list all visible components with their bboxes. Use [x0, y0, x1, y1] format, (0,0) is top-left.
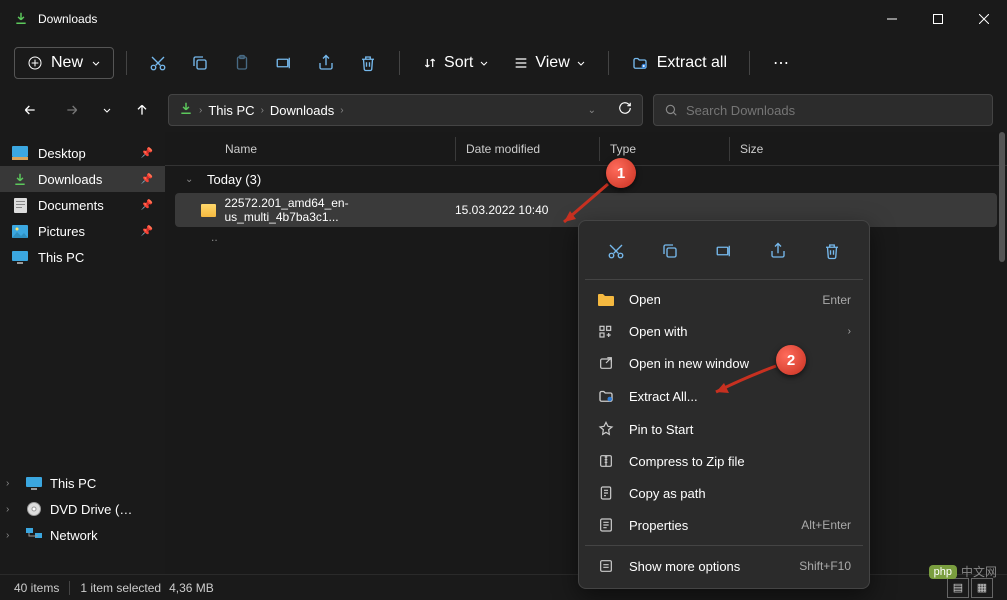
- ctx-open-with[interactable]: Open with›: [585, 315, 863, 347]
- callout-1: 1: [606, 158, 636, 188]
- chevron-right-icon: ›: [261, 105, 264, 116]
- column-headers[interactable]: Name Date modified Type Size: [165, 132, 1007, 166]
- column-type[interactable]: Type: [599, 137, 729, 161]
- view-label: View: [535, 54, 569, 72]
- ctx-properties[interactable]: PropertiesAlt+Enter: [585, 509, 863, 541]
- up-button[interactable]: [126, 94, 158, 126]
- downloads-arrow-icon: [179, 101, 193, 120]
- sidebar-tree-network[interactable]: ›Network: [0, 522, 165, 548]
- pictures-icon: [12, 223, 28, 239]
- status-count: 40 items: [14, 581, 59, 595]
- rename-icon[interactable]: [265, 46, 303, 80]
- ctx-copy-path[interactable]: Copy as path: [585, 477, 863, 509]
- sidebar-item-pictures[interactable]: Pictures📌: [0, 218, 165, 244]
- status-selected: 1 item selected: [80, 581, 161, 595]
- paste-icon[interactable]: [223, 46, 261, 80]
- column-size[interactable]: Size: [729, 137, 829, 161]
- search-icon: [664, 103, 678, 117]
- ctx-more-options[interactable]: Show more optionsShift+F10: [585, 550, 863, 582]
- sidebar-item-desktop[interactable]: Desktop📌: [0, 140, 165, 166]
- ctx-compress[interactable]: Compress to Zip file: [585, 445, 863, 477]
- network-icon: [26, 527, 42, 543]
- sidebar-item-downloads[interactable]: Downloads📌: [0, 166, 165, 192]
- forward-button[interactable]: [56, 94, 88, 126]
- extract-all-button[interactable]: Extract all: [621, 48, 737, 78]
- desktop-icon: [12, 145, 28, 161]
- minimize-button[interactable]: [869, 0, 915, 38]
- ctx-open[interactable]: OpenEnter: [585, 284, 863, 315]
- cut-icon[interactable]: [598, 235, 634, 267]
- pin-icon: 📌: [141, 200, 153, 211]
- copy-path-icon: [597, 485, 615, 501]
- chevron-right-icon: ›: [199, 105, 202, 116]
- pin-icon: 📌: [141, 174, 153, 185]
- pin-icon: 📌: [141, 148, 153, 159]
- search-input[interactable]: [686, 103, 982, 118]
- view-dropdown[interactable]: View: [503, 48, 595, 78]
- sort-label: Sort: [444, 54, 473, 72]
- pin-icon: [597, 421, 615, 437]
- maximize-button[interactable]: [915, 0, 961, 38]
- column-date[interactable]: Date modified: [455, 137, 599, 161]
- refresh-button[interactable]: [618, 101, 632, 120]
- recent-dropdown[interactable]: [98, 94, 116, 126]
- cut-icon[interactable]: [139, 46, 177, 80]
- extract-all-label: Extract all: [657, 54, 727, 72]
- chevron-right-icon: ›: [848, 326, 851, 337]
- scrollbar[interactable]: [999, 132, 1005, 262]
- chevron-right-icon: ›: [340, 105, 343, 116]
- folder-icon: [597, 293, 615, 306]
- sidebar-item-documents[interactable]: Documents📌: [0, 192, 165, 218]
- extract-icon: [597, 387, 615, 405]
- breadcrumb-item[interactable]: Downloads: [270, 103, 334, 118]
- arrow-1: [556, 180, 616, 230]
- new-window-icon: [597, 355, 615, 371]
- chevron-down-icon: ⌄: [185, 174, 197, 185]
- delete-icon[interactable]: [349, 46, 387, 80]
- thumbnails-view-button[interactable]: ▦: [971, 578, 993, 598]
- share-icon[interactable]: [760, 235, 796, 267]
- compress-icon: [597, 453, 615, 469]
- share-icon[interactable]: [307, 46, 345, 80]
- close-button[interactable]: [961, 0, 1007, 38]
- sort-dropdown[interactable]: Sort: [412, 48, 499, 78]
- rename-icon[interactable]: [706, 235, 742, 267]
- column-name[interactable]: Name: [165, 137, 455, 161]
- pin-icon: 📌: [141, 226, 153, 237]
- sidebar: Desktop📌 Downloads📌 Documents📌 Pictures📌…: [0, 132, 165, 574]
- breadcrumb[interactable]: This PC › Downloads ›: [208, 103, 581, 118]
- thispc-icon: [26, 475, 42, 491]
- details-view-button[interactable]: ▤: [947, 578, 969, 598]
- sidebar-item-thispc[interactable]: This PC: [0, 244, 165, 270]
- back-button[interactable]: [14, 94, 46, 126]
- more-icon[interactable]: ⋯: [762, 46, 800, 80]
- dvd-icon: [26, 501, 42, 517]
- sidebar-tree-thispc[interactable]: ›This PC: [0, 470, 165, 496]
- copy-icon[interactable]: [181, 46, 219, 80]
- properties-icon: [597, 517, 615, 533]
- ctx-pin-start[interactable]: Pin to Start: [585, 413, 863, 445]
- sidebar-tree-dvd[interactable]: ›DVD Drive (D:) CC: [0, 496, 165, 522]
- callout-2: 2: [776, 345, 806, 375]
- arrow-2: [706, 362, 782, 402]
- copy-icon[interactable]: [652, 235, 688, 267]
- new-label: New: [51, 54, 83, 72]
- delete-icon[interactable]: [814, 235, 850, 267]
- breadcrumb-item[interactable]: This PC: [208, 103, 254, 118]
- new-button[interactable]: New: [14, 47, 114, 79]
- thispc-icon: [12, 249, 28, 265]
- more-options-icon: [597, 558, 615, 574]
- status-size: 4,36 MB: [169, 581, 214, 595]
- window-title: Downloads: [38, 12, 97, 26]
- address-dropdown-icon[interactable]: ⌄: [588, 105, 596, 116]
- document-icon: [12, 197, 28, 213]
- open-with-icon: [597, 323, 615, 339]
- zip-folder-icon: [201, 204, 216, 217]
- downloads-arrow-icon: [12, 171, 28, 187]
- watermark: php中文网: [929, 563, 997, 580]
- context-menu: OpenEnter Open with› Open in new window …: [578, 220, 870, 589]
- downloads-arrow-icon: [14, 11, 28, 28]
